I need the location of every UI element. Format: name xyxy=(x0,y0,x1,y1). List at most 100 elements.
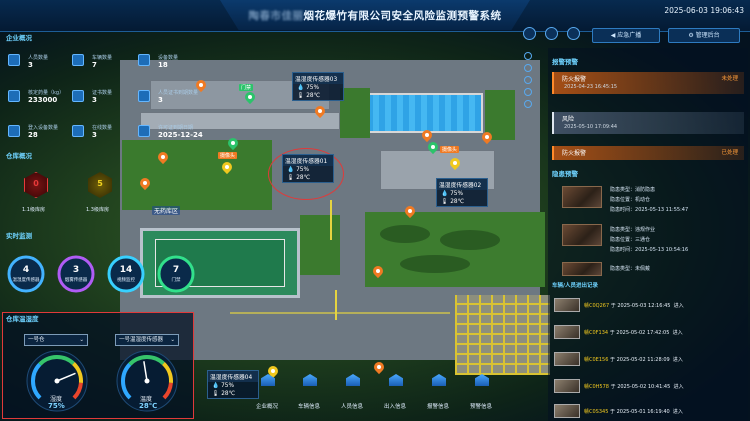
stat-value: 7 xyxy=(92,61,97,69)
vehicle-photo[interactable] xyxy=(554,404,580,418)
alert-item[interactable]: 风险 2025-05-10 17:09:44 xyxy=(552,112,744,134)
layer-toggle-icon[interactable] xyxy=(524,52,532,60)
hedge xyxy=(400,255,470,273)
camera-pin[interactable] xyxy=(312,103,328,119)
monitor-ring[interactable]: 3 烟雾传感器 xyxy=(56,254,96,294)
vehicle-row[interactable]: 赣C0E156 于 2025-05-02 11:28:09 进入 xyxy=(584,356,683,363)
vehicle-photo[interactable] xyxy=(554,379,580,393)
risk-photo[interactable] xyxy=(562,186,602,208)
gate-pin[interactable] xyxy=(242,89,258,105)
chevron-down-icon[interactable] xyxy=(523,27,536,40)
dock-warning[interactable] xyxy=(472,374,492,392)
risk-type: 未佩戴 xyxy=(635,266,651,272)
truck-icon xyxy=(303,374,317,386)
monitor-ring[interactable]: 14 视频监控 xyxy=(106,254,146,294)
certificate-expiry-icon xyxy=(138,90,150,102)
camera-pin[interactable] xyxy=(370,263,386,279)
vehicle-plate: 赣C0H578 xyxy=(584,384,609,390)
stat-value: 2025-12-24 xyxy=(158,131,203,139)
dock-alarm[interactable] xyxy=(429,374,449,392)
pin-dot xyxy=(199,83,203,87)
stat-label: 许可证到期日期 xyxy=(158,125,194,131)
vehicle-row[interactable]: 赣C0S345 于 2025-05-01 16:19:40 进入 xyxy=(584,408,683,415)
alert-item[interactable]: 防火报警 已处理 xyxy=(552,146,744,160)
road-line xyxy=(330,200,332,240)
monitor-ring[interactable]: 7 门禁 xyxy=(156,254,196,294)
vehicle-time: 2025-05-02 11:28:09 xyxy=(616,357,670,363)
vehicle-sep: 于 xyxy=(609,357,615,363)
camera-icon[interactable] xyxy=(545,27,558,40)
stat-label: 设备数量 xyxy=(158,55,179,61)
humidity-icon: 💧 xyxy=(297,85,307,91)
road-line xyxy=(230,312,450,314)
pin-dot xyxy=(318,109,322,113)
warehouse-select-value: 一号仓 xyxy=(28,337,45,343)
risk-loc-label: 隐患位置： xyxy=(610,197,636,203)
user-icon[interactable] xyxy=(567,27,580,40)
dock-vehicles[interactable] xyxy=(300,374,320,392)
sensor-select[interactable]: 一号温湿度传感器 ⌄ xyxy=(115,334,179,346)
stat-label: 人员数量 xyxy=(28,55,49,61)
layer-toggle-icon[interactable] xyxy=(524,100,532,108)
warehouse-select[interactable]: 一号仓 ⌄ xyxy=(24,334,88,346)
sensor-popup[interactable]: 温湿度传感器02 💧 75% 🌡 28℃ xyxy=(436,178,488,207)
alert-item[interactable]: 防火报警 未处理 2025-04-23 16:45:15 xyxy=(552,72,744,94)
gate-pin[interactable] xyxy=(425,139,441,155)
warehouse-label: 1.3级库房 xyxy=(86,207,109,213)
sensor-pin[interactable] xyxy=(447,155,463,171)
sensor-popup[interactable]: 温湿度传感器03 💧 75% 🌡 28℃ xyxy=(292,72,344,101)
login-device-icon xyxy=(8,125,20,137)
camera-pin[interactable] xyxy=(479,129,495,145)
camera-pin[interactable] xyxy=(137,175,153,191)
vehicle-sep: 于 xyxy=(610,303,616,309)
dock-enterprise[interactable] xyxy=(258,374,278,392)
sensor-popup[interactable]: 温湿度传感器04 💧 75% 🌡 28℃ xyxy=(207,370,259,399)
humidity-icon: 💧 xyxy=(441,191,451,197)
dock-people[interactable] xyxy=(343,374,363,392)
camera-pin[interactable] xyxy=(155,149,171,165)
risk-type-label: 隐患类型： xyxy=(610,187,636,193)
dock-label: 企业概况 xyxy=(256,404,279,410)
vehicle-row[interactable]: 赣C0F134 于 2025-05-02 17:42:05 进入 xyxy=(584,329,683,336)
building-icon xyxy=(261,374,275,386)
camera-pin[interactable] xyxy=(371,359,387,375)
device-icon xyxy=(138,54,150,66)
sensor-name: 温湿度传感器04 xyxy=(208,371,258,382)
gear-icon: ⚙ xyxy=(688,32,696,39)
camera-pin[interactable] xyxy=(419,127,435,143)
warehouse-count: 0 xyxy=(33,179,39,188)
vehicle-photo[interactable] xyxy=(554,298,580,312)
alert-name: 风险 xyxy=(562,116,575,123)
broadcast-button[interactable]: ◀ 应急广播 xyxy=(592,28,660,43)
grass-patch xyxy=(122,140,272,210)
monitor-ring[interactable]: 4 温湿度传感器 xyxy=(6,254,46,294)
risk-photo[interactable] xyxy=(562,262,602,276)
dock-entry[interactable] xyxy=(386,374,406,392)
vehicle-row[interactable]: 赣C0H578 于 2025-05-02 10:41:45 进入 xyxy=(584,383,684,390)
pin-dot xyxy=(431,145,435,149)
layer-toggle-icon[interactable] xyxy=(524,64,532,72)
stat-label: 核定药量（kg） xyxy=(28,90,65,96)
stat-value: 3 xyxy=(28,61,33,69)
vehicle-row[interactable]: 赣C0Q267 于 2025-05-03 12:16:45 进入 xyxy=(584,302,684,309)
ring-value: 14 xyxy=(119,265,133,275)
pin-dot xyxy=(161,155,165,159)
pin-dot xyxy=(271,369,275,373)
camera-pin[interactable] xyxy=(193,77,209,93)
manage-button[interactable]: ⚙ 管理后台 xyxy=(668,28,740,43)
camera-pin[interactable] xyxy=(402,203,418,219)
sensor-popup[interactable]: 温湿度传感器01 💧 75% 🌡 28℃ xyxy=(282,154,334,183)
pin-dot xyxy=(231,141,235,145)
pin-dot xyxy=(376,269,380,273)
vehicle-photo[interactable] xyxy=(554,325,580,339)
humidity-icon: 💧 xyxy=(287,167,297,173)
vehicle-photo[interactable] xyxy=(554,352,580,366)
layer-toggle-icon[interactable] xyxy=(524,88,532,96)
ring-value: 7 xyxy=(172,265,180,275)
sensor-pin[interactable] xyxy=(219,159,235,175)
stat-label: 登入设备数量 xyxy=(28,125,59,131)
layer-toggle-icon[interactable] xyxy=(524,76,532,84)
risk-photo[interactable] xyxy=(562,224,602,246)
ring-label: 温湿度传感器 xyxy=(12,278,40,283)
gate-pin[interactable] xyxy=(225,135,241,151)
